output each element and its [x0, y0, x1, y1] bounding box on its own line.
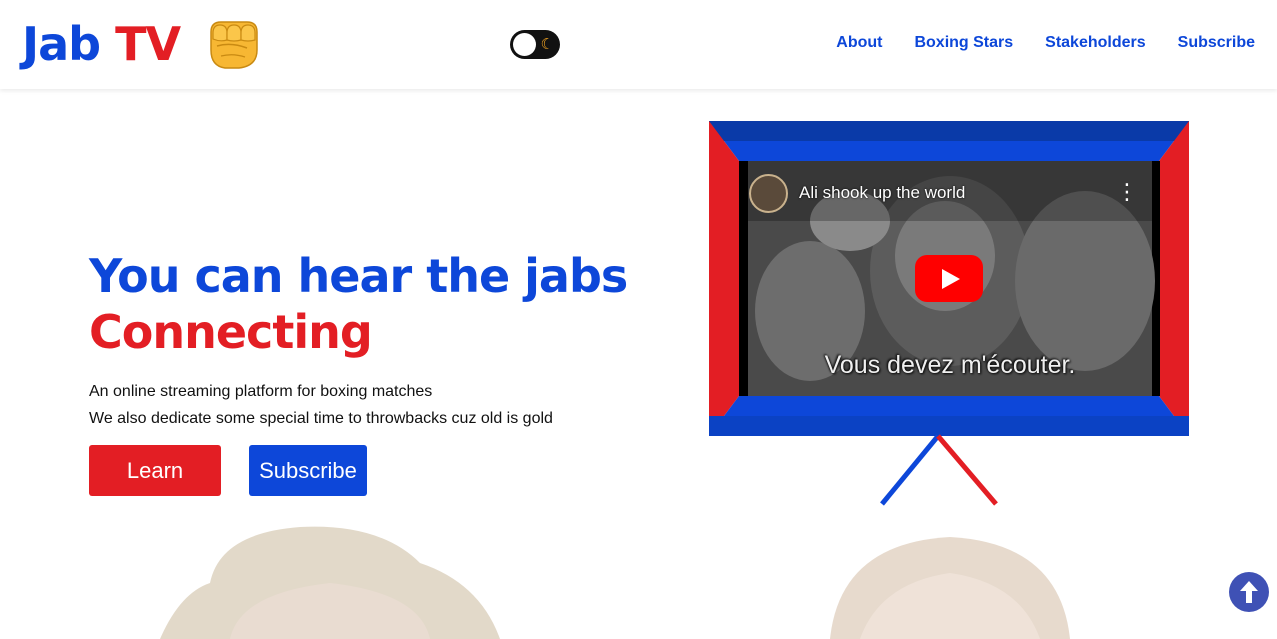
- logo-tv-text: TV: [115, 17, 181, 71]
- hero-title: You can hear the jabs Connecting: [89, 248, 628, 360]
- nav-boxing-stars[interactable]: Boxing Stars: [914, 34, 1013, 52]
- nav-subscribe[interactable]: Subscribe: [1178, 34, 1255, 52]
- embedded-video[interactable]: Ali shook up the world ⋮ Vous devez m'éc…: [740, 161, 1160, 396]
- hero-title-line2: Connecting: [89, 305, 373, 359]
- arrow-up-icon: [1240, 581, 1258, 603]
- nav-about[interactable]: About: [836, 34, 882, 52]
- video-caption: Vous devez m'écouter.: [824, 351, 1076, 379]
- toggle-knob: [513, 33, 536, 56]
- main-nav: About Boxing Stars Stakeholders Subscrib…: [836, 34, 1255, 52]
- youtube-play-icon[interactable]: [915, 255, 983, 302]
- video-title[interactable]: Ali shook up the world: [799, 183, 965, 203]
- hero-description: An online streaming platform for boxing …: [89, 378, 553, 432]
- hero-title-line1: You can hear the jabs: [89, 249, 628, 303]
- punch-fist-icon: [203, 16, 261, 72]
- more-vert-icon[interactable]: ⋮: [1116, 181, 1138, 203]
- nav-stakeholders[interactable]: Stakeholders: [1045, 34, 1145, 52]
- channel-avatar[interactable]: [749, 174, 788, 213]
- hero-desc-line2: We also dedicate some special time to th…: [89, 410, 553, 427]
- boxer-portrait-left: [150, 523, 510, 639]
- moon-icon: ☾: [540, 35, 554, 53]
- hero-subscribe-button[interactable]: Subscribe: [249, 445, 367, 496]
- learn-more-button[interactable]: Learn more: [89, 445, 221, 534]
- boxer-portrait-right: [820, 523, 1080, 639]
- logo-jab-text: Jab: [22, 17, 101, 71]
- hero-desc-line1: An online streaming platform for boxing …: [89, 383, 433, 400]
- site-logo[interactable]: Jab TV: [22, 16, 261, 76]
- theme-toggle[interactable]: ☾: [510, 30, 560, 59]
- site-header: Jab TV ☾ About Boxing Stars Stakeholders…: [0, 0, 1277, 89]
- scroll-to-top-button[interactable]: [1229, 572, 1269, 612]
